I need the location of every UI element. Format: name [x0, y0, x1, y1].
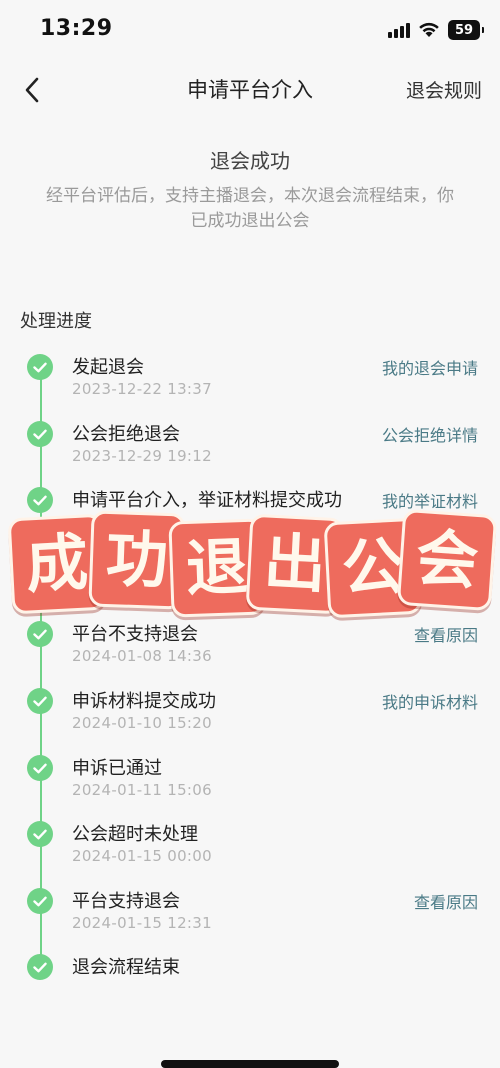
screen: 13:29 59 申请平台介入 退会规则 退会成功 经平台评估后，支持主播退会，… — [0, 0, 500, 1068]
step-date: 2024-01-15 00:00 — [72, 847, 212, 865]
result-title: 退会成功 — [210, 149, 290, 173]
step-link[interactable]: 我的申诉材料 — [382, 689, 478, 713]
step-date: 2024-01-08 14:36 — [72, 647, 212, 665]
step-date: 2024-01-15 12:31 — [72, 914, 212, 932]
step-label: 发起退会 — [72, 357, 144, 378]
check-icon — [27, 421, 53, 447]
progress-step: 公会超时未处理 2024-01-15 00:00 — [0, 821, 500, 881]
progress-step: 发起退会 2023-12-22 13:37 我的退会申请 — [0, 354, 500, 414]
step-date: 2023-12-29 19:12 — [72, 447, 212, 465]
step-date: 2024-01-11 15:06 — [72, 781, 212, 799]
step-label: 申请平台介入，举证材料提交成功 — [72, 490, 342, 511]
wifi-icon — [418, 22, 440, 38]
progress-step: 公会拒绝退会 2023-12-29 19:12 公会拒绝详情 — [0, 421, 500, 481]
step-label: 平台支持退会 — [72, 891, 180, 912]
status-icons: 59 — [388, 20, 484, 40]
step-label: 公会超时未处理 — [72, 824, 198, 845]
step-date: 2024-01-10 15:20 — [72, 714, 212, 732]
status-time: 13:29 — [40, 16, 113, 41]
progress-step: 平台不支持退会 2024-01-08 14:36 查看原因 — [0, 621, 500, 681]
check-icon — [27, 688, 53, 714]
step-link[interactable]: 我的举证材料 — [382, 488, 478, 512]
progress-step: 申诉材料提交成功 2024-01-10 15:20 我的申诉材料 — [0, 688, 500, 748]
step-link[interactable]: 公会拒绝详情 — [382, 422, 478, 446]
nav-bar: 申请平台介入 退会规则 — [0, 60, 500, 120]
progress-step: 退会流程结束 — [0, 954, 500, 1014]
progress-section-title: 处理进度 — [20, 311, 92, 332]
battery-icon: 59 — [448, 20, 484, 40]
check-icon — [27, 354, 53, 380]
withdraw-rules-link[interactable]: 退会规则 — [406, 76, 482, 103]
step-link[interactable]: 我的退会申请 — [382, 355, 478, 379]
step-label: 申诉已通过 — [72, 758, 162, 779]
success-stamp-overlay: 成 功 退 出 公 会 — [7, 508, 498, 619]
step-label: 退会流程结束 — [72, 957, 180, 978]
step-label: 申诉材料提交成功 — [72, 691, 216, 712]
step-link[interactable]: 查看原因 — [414, 622, 478, 646]
step-label: 平台不支持退会 — [72, 624, 198, 645]
check-icon — [27, 621, 53, 647]
result-description: 经平台评估后，支持主播退会，本次退会流程结束，你已成功退出公会 — [46, 186, 454, 231]
check-icon — [27, 755, 53, 781]
signal-icon — [388, 22, 410, 38]
check-icon — [27, 954, 53, 980]
check-icon — [27, 821, 53, 847]
home-indicator — [161, 1060, 339, 1068]
step-link[interactable]: 查看原因 — [414, 889, 478, 913]
stamp-char: 会 — [396, 508, 498, 612]
step-date: 2023-12-22 13:37 — [72, 380, 212, 398]
progress-step: 平台支持退会 2024-01-15 12:31 查看原因 — [0, 888, 500, 948]
step-label: 公会拒绝退会 — [72, 424, 180, 445]
progress-step: 申诉已通过 2024-01-11 15:06 — [0, 755, 500, 815]
status-bar: 13:29 59 — [0, 0, 500, 60]
check-icon — [27, 888, 53, 914]
